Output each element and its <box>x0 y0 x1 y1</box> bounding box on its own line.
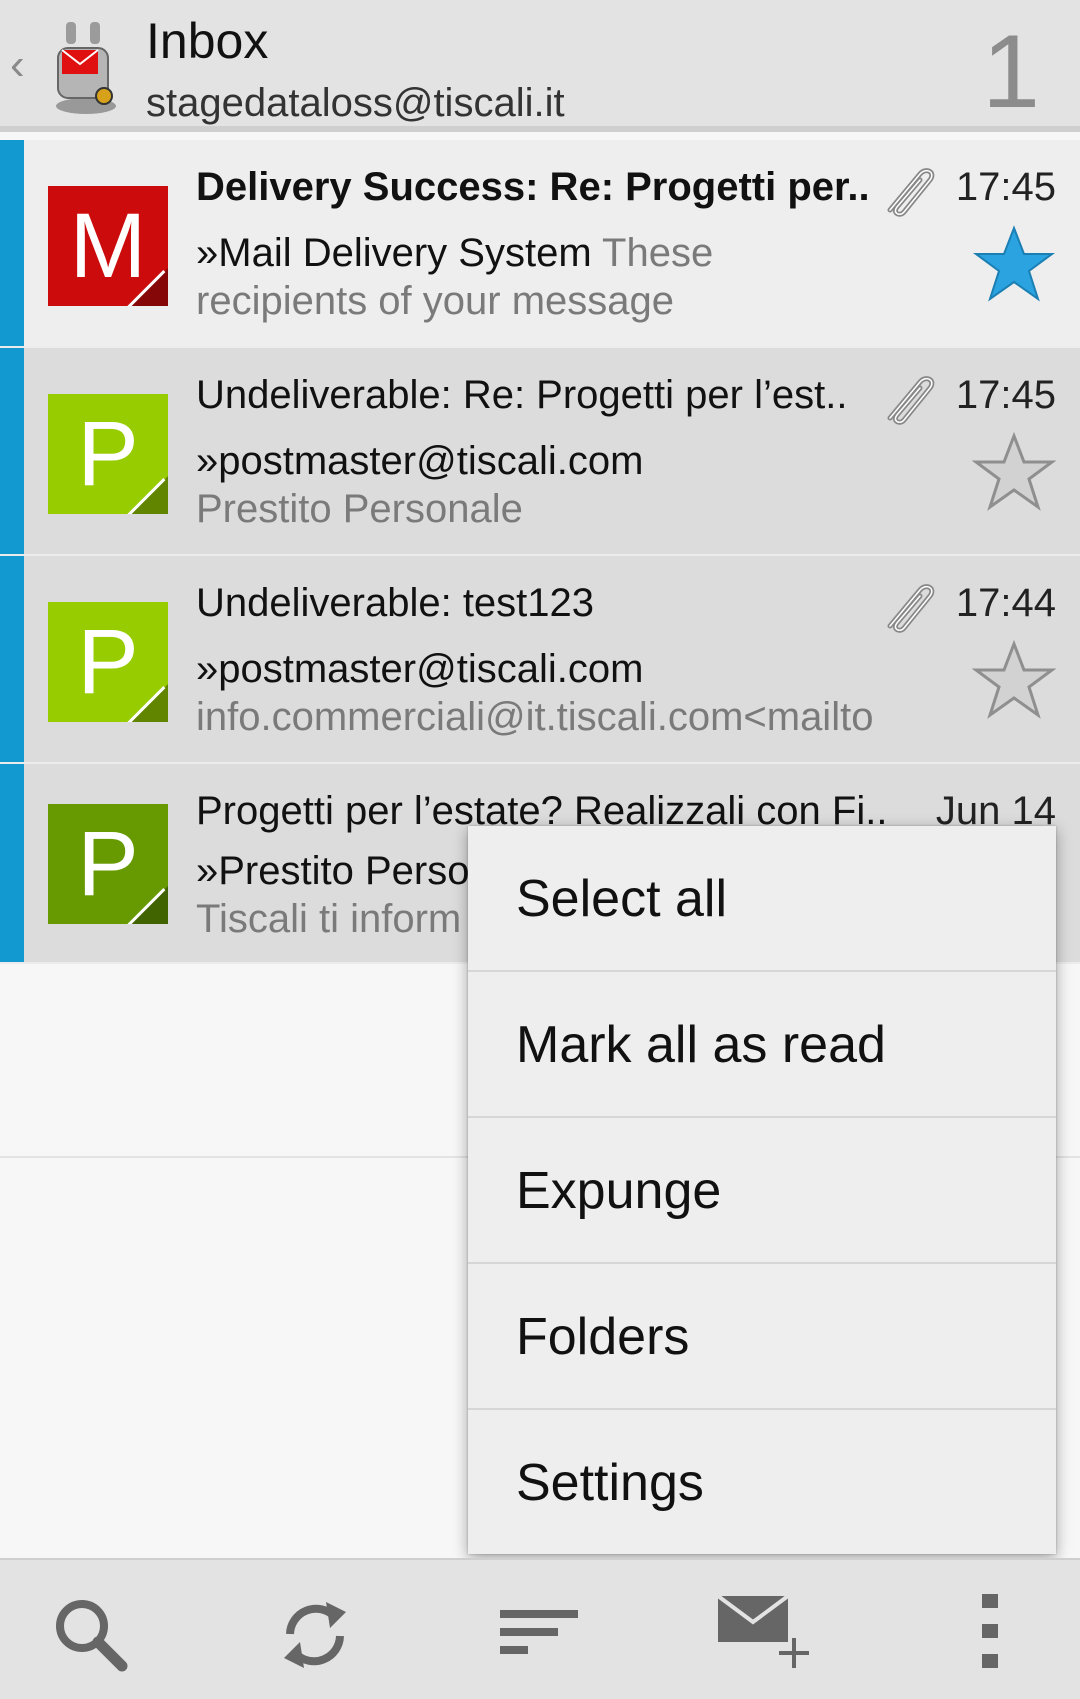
account-color-bar <box>0 140 24 346</box>
message-sender-line: »Mail Delivery System These <box>196 228 936 278</box>
message-sender-line: »postmaster@tiscali.com <box>196 436 936 486</box>
menu-item-folders[interactable]: Folders <box>468 1264 1056 1410</box>
message-time: 17:44 <box>955 581 1056 625</box>
message-sender-line: »postmaster@tiscali.com <box>196 644 936 694</box>
message-subject: Delivery Success: Re: Progetti per.. <box>196 165 870 209</box>
message-time: 17:45 <box>955 373 1056 417</box>
back-chevron-icon[interactable]: ‹ <box>10 40 40 90</box>
action-bar: ‹ Inbox stagedataloss@tiscali.it 1 <box>0 0 1080 132</box>
star-icon[interactable] <box>971 639 1057 720</box>
message-row[interactable]: P Undeliverable: Re: Progetti per l’est.… <box>0 348 1080 556</box>
attachment-icon <box>876 576 940 640</box>
page-title: Inbox <box>146 13 269 69</box>
message-sender: »postmaster@tiscali.com <box>196 647 644 691</box>
search-icon[interactable] <box>46 1590 136 1680</box>
menu-item-mark-all-read[interactable]: Mark all as read <box>468 972 1056 1118</box>
menu-item-select-all[interactable]: Select all <box>468 826 1056 972</box>
message-time: 17:45 <box>955 165 1056 209</box>
star-icon[interactable] <box>972 224 1056 304</box>
account-email: stagedataloss@tiscali.it <box>146 81 565 125</box>
message-subject: Undeliverable: Re: Progetti per l’est.. <box>196 373 848 417</box>
message-row[interactable]: P Undeliverable: test123 »postmaster@tis… <box>0 556 1080 764</box>
account-color-bar <box>0 348 24 554</box>
message-preview-line: recipients of your message <box>196 279 675 323</box>
message-preview-line: Prestito Personale <box>196 487 523 531</box>
account-color-bar <box>0 764 24 962</box>
message-preview-line: info.commerciali@it.tiscali.com<mailto <box>196 695 874 739</box>
message-sender: »Mail Delivery System <box>196 231 592 275</box>
star-icon[interactable] <box>971 431 1057 512</box>
avatar[interactable]: M <box>48 186 168 306</box>
attachment-icon <box>876 368 940 432</box>
app-logo-icon[interactable] <box>44 18 124 118</box>
overflow-menu-icon[interactable] <box>960 1590 1020 1680</box>
message-row[interactable]: M Delivery Success: Re: Progetti per.. »… <box>0 140 1080 348</box>
avatar[interactable]: P <box>48 804 168 924</box>
menu-item-settings[interactable]: Settings <box>468 1410 1056 1556</box>
overflow-menu: Select all Mark all as read Expunge Fold… <box>468 826 1056 1554</box>
refresh-icon[interactable] <box>270 1590 360 1680</box>
unread-count: 1 <box>982 14 1040 130</box>
sort-icon[interactable] <box>496 1590 586 1680</box>
message-preview: These <box>591 231 714 275</box>
message-sender: »Prestito Perso <box>196 849 470 893</box>
attachment-icon <box>876 160 940 224</box>
compose-icon[interactable] <box>716 1590 816 1680</box>
message-subject: Undeliverable: test123 <box>196 581 595 625</box>
menu-item-expunge[interactable]: Expunge <box>468 1118 1056 1264</box>
account-color-bar <box>0 556 24 762</box>
message-sender: »postmaster@tiscali.com <box>196 439 644 483</box>
bottom-toolbar <box>0 1558 1080 1699</box>
avatar[interactable]: P <box>48 394 168 514</box>
avatar[interactable]: P <box>48 602 168 722</box>
